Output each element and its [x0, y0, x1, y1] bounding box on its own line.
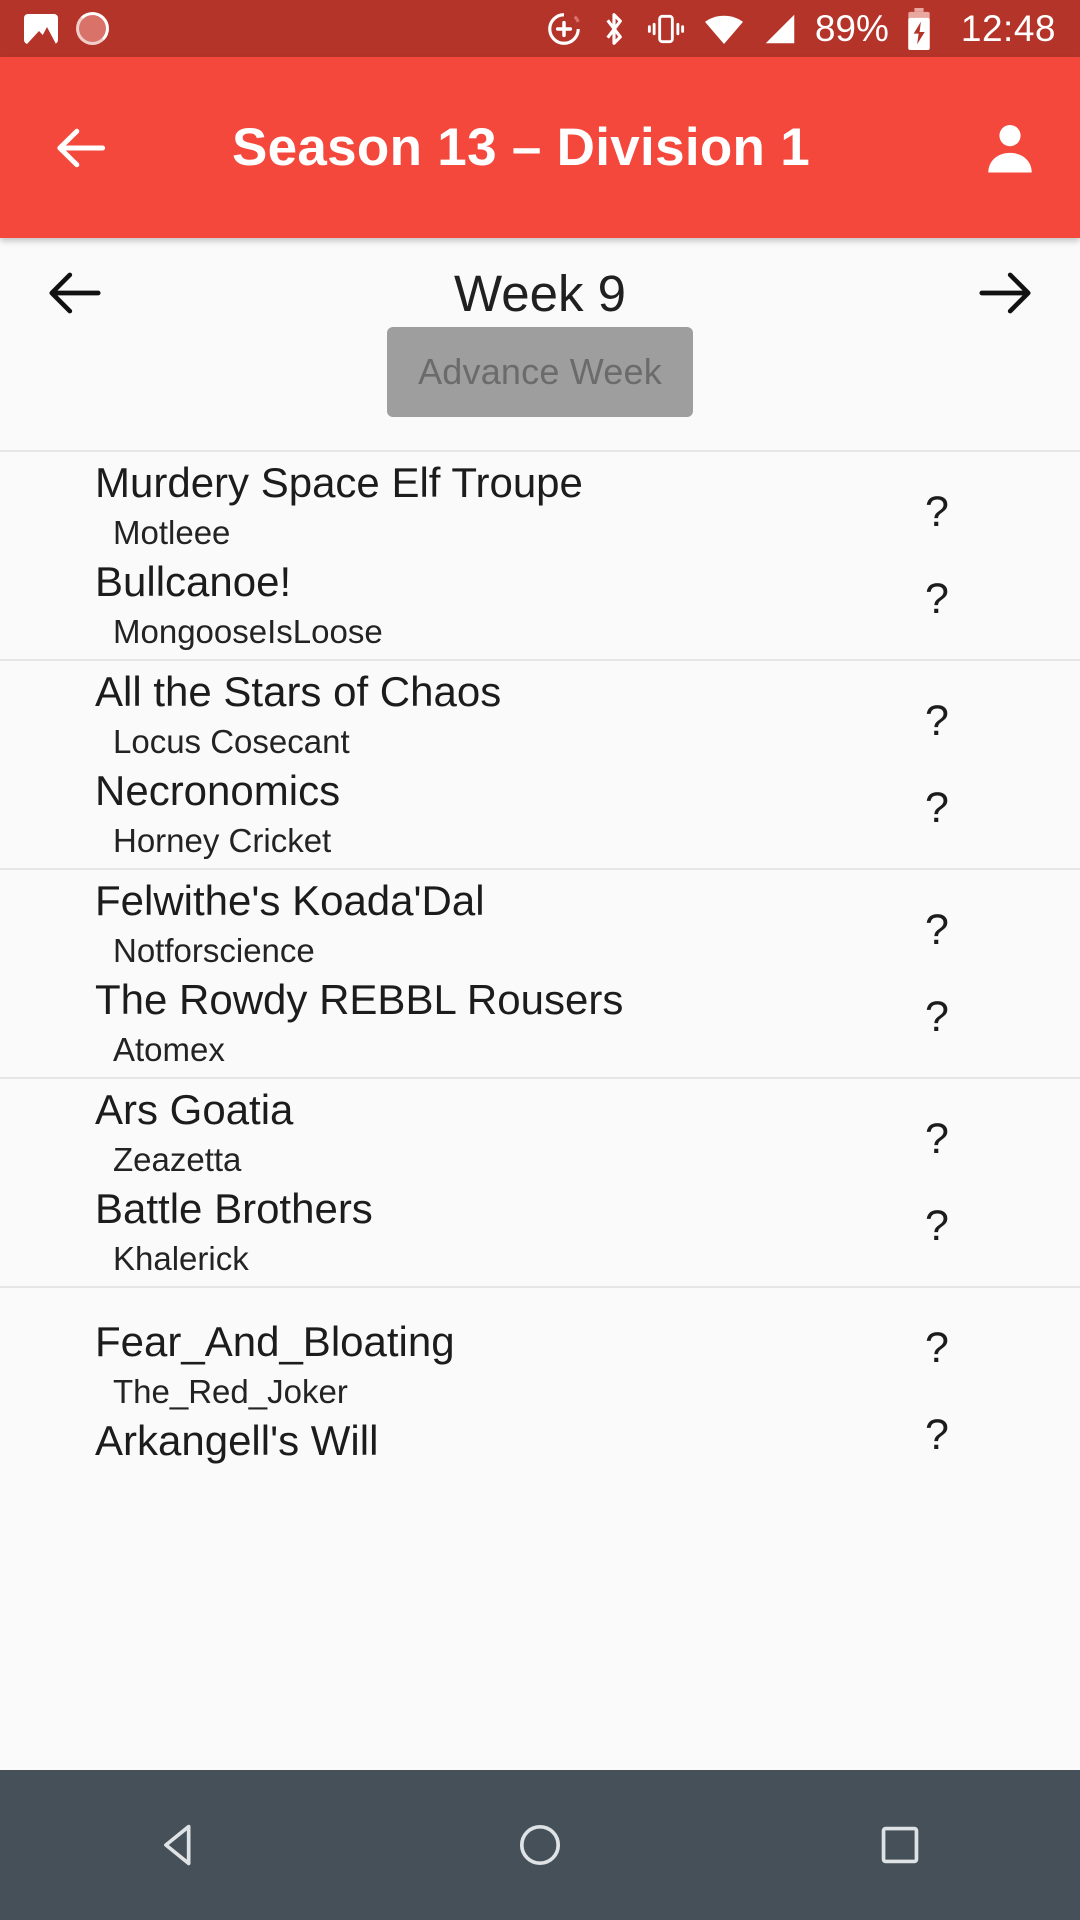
home-score: ?: [925, 905, 949, 954]
away-team-name: Battle Brothers: [95, 1184, 373, 1232]
status-bar-right-icons: 89% 12:48: [545, 7, 1056, 50]
home-circle-icon: [519, 1824, 561, 1866]
home-team-block: Felwithe's Koada'Dal Notforscience: [95, 875, 850, 974]
android-navigation-bar: [0, 1770, 1080, 1920]
home-team-name: Felwithe's Koada'Dal: [95, 876, 485, 924]
week-label: Week 9: [454, 264, 626, 322]
app-bar: Season 13 – Division 1: [0, 57, 1080, 238]
away-team-block: Bullcanoe! MongooseIsLoose: [95, 556, 850, 655]
home-score: ?: [925, 1323, 949, 1372]
status-bar-left-icons: [24, 12, 109, 45]
away-coach-name: Horney Cricket: [113, 821, 332, 859]
match-row[interactable]: Murdery Space Elf Troupe Motleee Bullcanoe…: [0, 450, 1080, 659]
previous-week-button[interactable]: [0, 262, 150, 324]
match-teams: All the Stars of Chaos Locus Cosecant Necr…: [0, 666, 850, 864]
back-triangle-icon: [164, 1824, 191, 1866]
match-row[interactable]: Ars Goatia Zeazetta Battle Brothers Khaleri…: [0, 1077, 1080, 1286]
away-score: ?: [925, 783, 949, 832]
away-score: ?: [925, 574, 949, 623]
nav-back-button[interactable]: [90, 1819, 270, 1871]
bluetooth-icon: [606, 12, 622, 45]
away-team-block: Arkangell's Will: [95, 1415, 850, 1467]
away-score: ?: [925, 992, 949, 1041]
match-row[interactable]: Fear_And_Bloating The_Red_Joker Arkangell'…: [0, 1286, 1080, 1470]
away-team-name: Necronomics: [95, 766, 341, 814]
match-scores: ??: [850, 661, 1080, 868]
home-coach-name: The_Red_Joker: [113, 1373, 348, 1410]
match-row[interactable]: Felwithe's Koada'Dal Notforscience The Row…: [0, 868, 1080, 1077]
away-team-name: Bullcanoe!: [95, 557, 292, 605]
cellular-signal-icon: [765, 14, 795, 43]
home-team-name: Fear_And_Bloating: [95, 1318, 455, 1365]
page-title: Season 13 – Division 1: [231, 118, 811, 177]
home-coach-name: Motleee: [113, 513, 231, 551]
match-scores: ??: [850, 1079, 1080, 1286]
away-coach-name: MongooseIsLoose: [113, 612, 383, 650]
phone-screen: 89% 12:48 Season 13 – Division 1 Week 9 …: [0, 0, 1080, 1920]
home-team-block: Murdery Space Elf Troupe Motleee: [95, 457, 850, 556]
home-coach-name: Locus Cosecant: [113, 722, 350, 760]
away-team-name: The Rowdy REBBL Rousers: [95, 975, 624, 1023]
advance-week-container: Advance Week: [0, 327, 1080, 417]
home-score: ?: [925, 487, 949, 536]
match-scores: ??: [850, 452, 1080, 659]
nav-home-button[interactable]: [450, 1819, 630, 1871]
advance-week-button[interactable]: Advance Week: [387, 327, 693, 417]
nav-recents-button[interactable]: [810, 1819, 990, 1871]
match-teams: Fear_And_Bloating The_Red_Joker Arkangell'…: [0, 1316, 850, 1467]
home-team-name: All the Stars of Chaos: [95, 667, 502, 715]
home-team-name: Murdery Space Elf Troupe: [95, 458, 583, 506]
battery-percent-label: 89%: [814, 7, 889, 49]
arrow-right-icon: [979, 272, 1031, 314]
away-team-name: Arkangell's Will: [95, 1417, 379, 1464]
wifi-icon: [704, 15, 743, 44]
away-score: ?: [925, 1410, 949, 1459]
match-teams: Felwithe's Koada'Dal Notforscience The Row…: [0, 875, 850, 1073]
home-score: ?: [925, 1114, 949, 1163]
account-button[interactable]: [940, 117, 1080, 179]
match-teams: Ars Goatia Zeazetta Battle Brothers Khaleri…: [0, 1084, 850, 1282]
vibrate-icon: [647, 14, 684, 43]
away-team-block: The Rowdy REBBL Rousers Atomex: [95, 974, 850, 1073]
home-score: ?: [925, 696, 949, 745]
home-team-name: Ars Goatia: [95, 1085, 294, 1133]
person-icon: [988, 124, 1032, 173]
match-teams: Murdery Space Elf Troupe Motleee Bullcanoe…: [0, 457, 850, 655]
arrow-left-icon: [49, 272, 101, 314]
away-team-block: Necronomics Horney Cricket: [95, 765, 850, 864]
next-week-button[interactable]: [930, 262, 1080, 324]
away-coach-name: Khalerick: [113, 1239, 249, 1277]
status-bar-clock: 12:48: [960, 7, 1056, 49]
match-list[interactable]: Murdery Space Elf Troupe Motleee Bullcanoe…: [0, 450, 1080, 1470]
battery-charging-icon: [908, 7, 930, 50]
status-bar: 89% 12:48: [0, 0, 1080, 57]
match-scores: ??: [850, 870, 1080, 1077]
do-not-disturb-icon: [548, 12, 580, 45]
away-coach-name: Atomex: [113, 1030, 225, 1068]
home-team-block: Ars Goatia Zeazetta: [95, 1084, 850, 1183]
away-team-block: Battle Brothers Khalerick: [95, 1183, 850, 1282]
match-row[interactable]: All the Stars of Chaos Locus Cosecant Necr…: [0, 659, 1080, 868]
match-scores: ??: [850, 1288, 1080, 1470]
sync-spinner-icon: [76, 12, 109, 45]
photo-icon: [24, 13, 58, 44]
home-team-block: Fear_And_Bloating The_Red_Joker: [95, 1316, 850, 1415]
away-score: ?: [925, 1201, 949, 1250]
home-team-block: All the Stars of Chaos Locus Cosecant: [95, 666, 850, 765]
recents-square-icon: [881, 1826, 919, 1864]
home-coach-name: Notforscience: [113, 931, 315, 969]
home-coach-name: Zeazetta: [113, 1140, 242, 1178]
